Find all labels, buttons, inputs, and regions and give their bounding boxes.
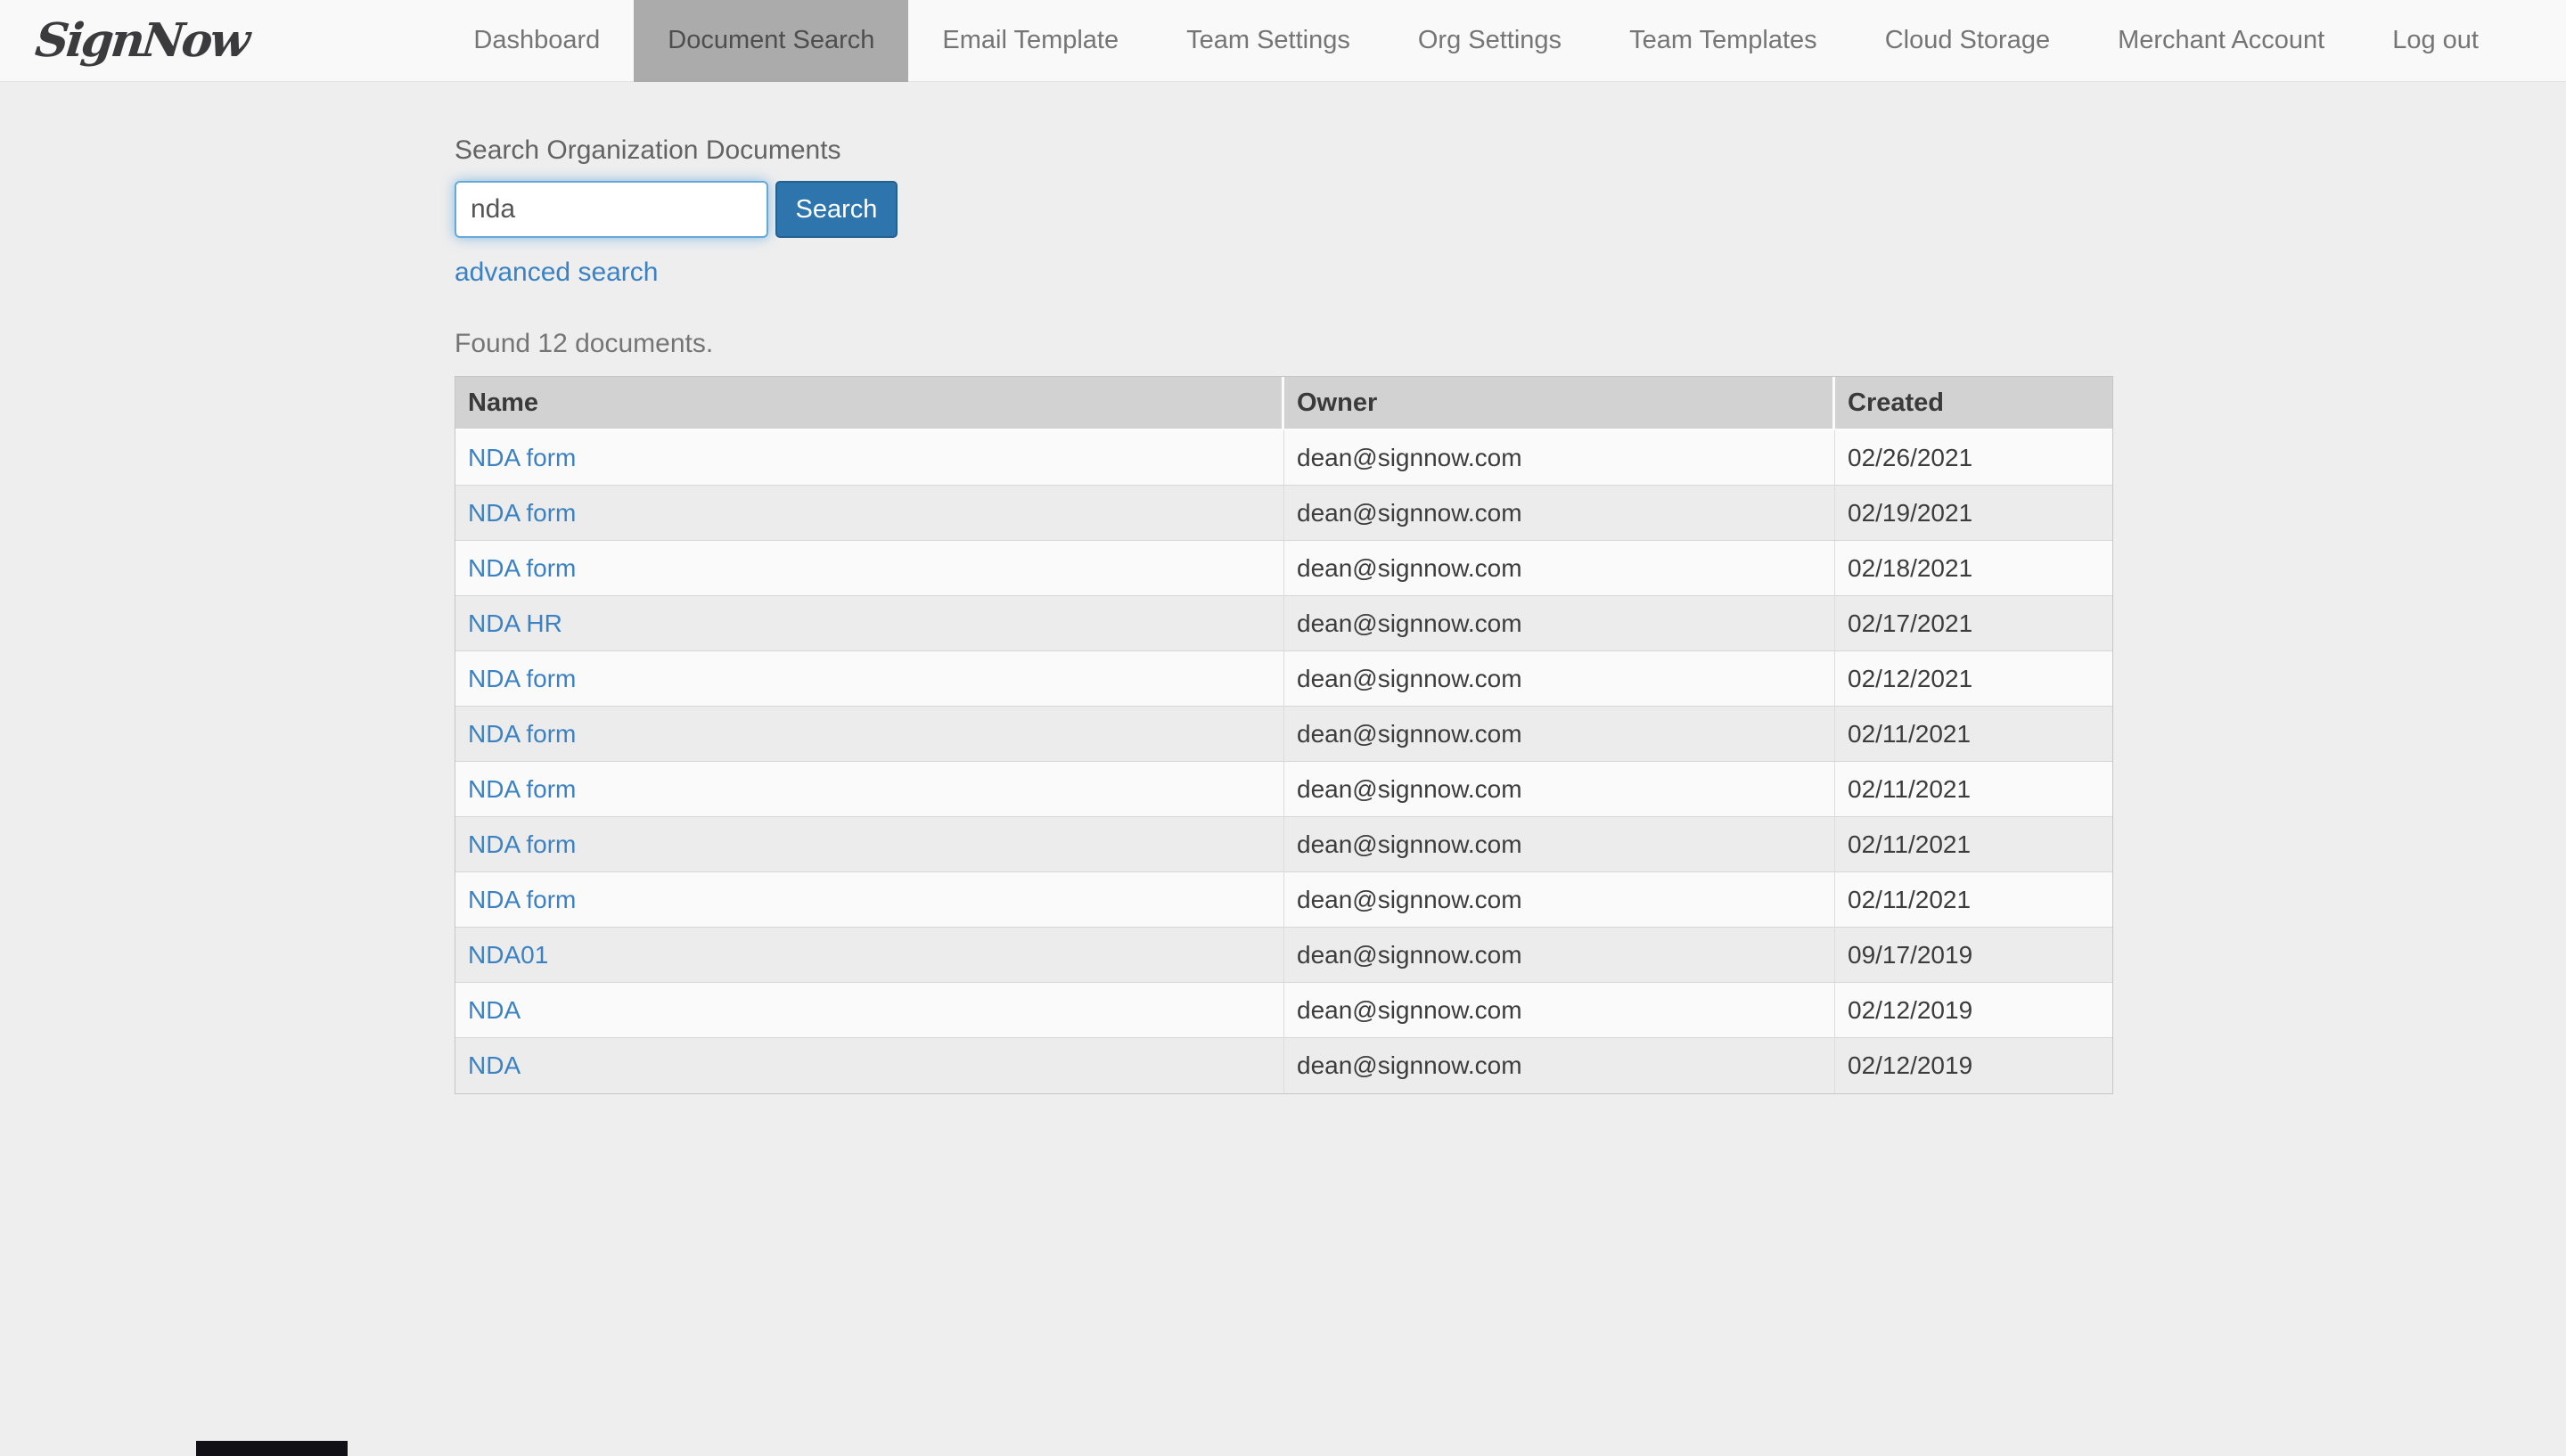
table-body: NDA form dean@signnow.com 02/26/2021 NDA fo…: [455, 430, 2112, 1093]
nav-item-document-search[interactable]: Document Search: [634, 0, 909, 82]
document-link[interactable]: NDA form: [468, 830, 576, 858]
created-cell: 02/26/2021: [1835, 430, 2112, 486]
document-link[interactable]: NDA01: [468, 941, 548, 969]
nav-item-log-out[interactable]: Log out: [2358, 0, 2513, 82]
table-row: NDA form dean@signnow.com 02/11/2021: [455, 872, 2112, 928]
name-cell: NDA form: [455, 430, 1284, 486]
created-cell: 02/12/2019: [1835, 983, 2112, 1038]
nav-item-org-settings[interactable]: Org Settings: [1384, 0, 1595, 82]
name-cell: NDA form: [455, 817, 1284, 872]
owner-cell: dean@signnow.com: [1284, 928, 1835, 983]
document-link[interactable]: NDA form: [468, 886, 576, 913]
created-cell: 02/11/2021: [1835, 762, 2112, 817]
nav-item-email-template[interactable]: Email Template: [908, 0, 1152, 82]
nav-item-cloud-storage[interactable]: Cloud Storage: [1851, 0, 2084, 82]
name-cell: NDA HR: [455, 596, 1284, 651]
result-summary: Found 12 documents.: [455, 329, 714, 358]
created-cell: 02/12/2019: [1848, 1051, 1973, 1079]
owner-cell: dean@signnow.com: [1284, 762, 1835, 817]
owner-cell: dean@signnow.com: [1284, 651, 1835, 707]
signnow-logo[interactable]: SignNow: [33, 13, 250, 68]
document-link[interactable]: NDA form: [468, 720, 576, 748]
name-cell: NDA form: [455, 541, 1284, 596]
name-cell: NDA form: [455, 707, 1284, 762]
owner-cell: dean@signnow.com: [1284, 596, 1835, 651]
table-row: NDA form dean@signnow.com 02/11/2021: [455, 707, 2112, 762]
owner-cell: dean@signnow.com: [1284, 541, 1835, 596]
name-cell: NDA form: [455, 651, 1284, 707]
nav-item-merchant-account[interactable]: Merchant Account: [2084, 0, 2358, 82]
column-header-name: Name: [455, 377, 1284, 430]
table-row: NDA form dean@signnow.com 02/26/2021: [455, 430, 2112, 486]
nav-item-team-templates[interactable]: Team Templates: [1595, 0, 1851, 82]
name-cell: NDA form: [455, 872, 1284, 928]
owner-cell: dean@signnow.com: [1284, 1038, 1835, 1093]
name-cell: NDA: [455, 983, 1284, 1038]
created-cell: 02/11/2021: [1835, 872, 2112, 928]
table-row: NDA form dean@signnow.com 02/11/2021: [455, 817, 2112, 872]
bottom-edge-bar: [196, 1441, 348, 1456]
name-cell: NDA: [455, 1038, 1284, 1093]
created-cell: 02/19/2021: [1835, 486, 2112, 541]
document-link[interactable]: NDA: [468, 996, 521, 1024]
table-row: NDA form dean@signnow.com 02/18/2021: [455, 541, 2112, 596]
created-cell: 09/17/2019: [1835, 928, 2112, 983]
owner-cell: dean@signnow.com: [1284, 872, 1835, 928]
table-row: NDA dean@signnow.com 02/12/2019: [455, 983, 2112, 1038]
advanced-search-link[interactable]: advanced search: [455, 258, 659, 288]
owner-cell: dean@signnow.com: [1284, 983, 1835, 1038]
column-header-owner: Owner: [1284, 377, 1835, 430]
main-nav: Dashboard Document Search Email Template Te…: [439, 0, 2513, 82]
created-cell: 02/11/2021: [1835, 707, 2112, 762]
document-link[interactable]: NDA HR: [468, 609, 562, 637]
table-row: NDA dean@signnow.com 02/12/2019: [455, 1038, 2112, 1093]
document-link[interactable]: NDA form: [468, 444, 576, 471]
document-link[interactable]: NDA form: [468, 499, 576, 527]
table-row: NDA01 dean@signnow.com 09/17/2019: [455, 928, 2112, 983]
owner-cell: dean@signnow.com: [1284, 817, 1835, 872]
table-row: NDA HR dean@signnow.com 02/17/2021: [455, 596, 2112, 651]
documents-table: Name Owner Created NDA form dean@signnow.co…: [455, 376, 2113, 1094]
nav-item-team-settings[interactable]: Team Settings: [1152, 0, 1384, 82]
nav-item-dashboard[interactable]: Dashboard: [439, 0, 634, 82]
document-link[interactable]: NDA: [468, 1051, 521, 1079]
table-header-row: Name Owner Created: [455, 377, 2112, 430]
column-header-created: Created: [1835, 377, 2112, 430]
search-button[interactable]: Search: [775, 181, 898, 238]
search-form: Search: [455, 181, 2566, 238]
created-cell: 02/12/2021: [1835, 651, 2112, 707]
document-link[interactable]: NDA form: [468, 775, 576, 803]
created-cell: 02/17/2021: [1835, 596, 2112, 651]
table-row: NDA form dean@signnow.com 02/19/2021: [455, 486, 2112, 541]
name-cell: NDA form: [455, 486, 1284, 541]
table-row: NDA form dean@signnow.com 02/12/2021: [455, 651, 2112, 707]
created-cell: 02/18/2021: [1835, 541, 2112, 596]
owner-cell: dean@signnow.com: [1284, 486, 1835, 541]
table-row: NDA form dean@signnow.com 02/11/2021: [455, 762, 2112, 817]
search-section-label: Search Organization Documents: [455, 135, 841, 165]
created-cell: 02/11/2021: [1835, 817, 2112, 872]
document-search-page: Search Organization Documents Search adv…: [455, 82, 2566, 1094]
search-input[interactable]: [455, 181, 768, 238]
owner-cell: dean@signnow.com: [1284, 707, 1835, 762]
document-link[interactable]: NDA form: [468, 665, 576, 692]
name-cell: NDA form: [455, 762, 1284, 817]
owner-cell: dean@signnow.com: [1284, 430, 1835, 486]
name-cell: NDA01: [455, 928, 1284, 983]
top-navigation-bar: SignNow Dashboard Document Search Email Te…: [0, 0, 2566, 82]
document-link[interactable]: NDA form: [468, 554, 576, 582]
